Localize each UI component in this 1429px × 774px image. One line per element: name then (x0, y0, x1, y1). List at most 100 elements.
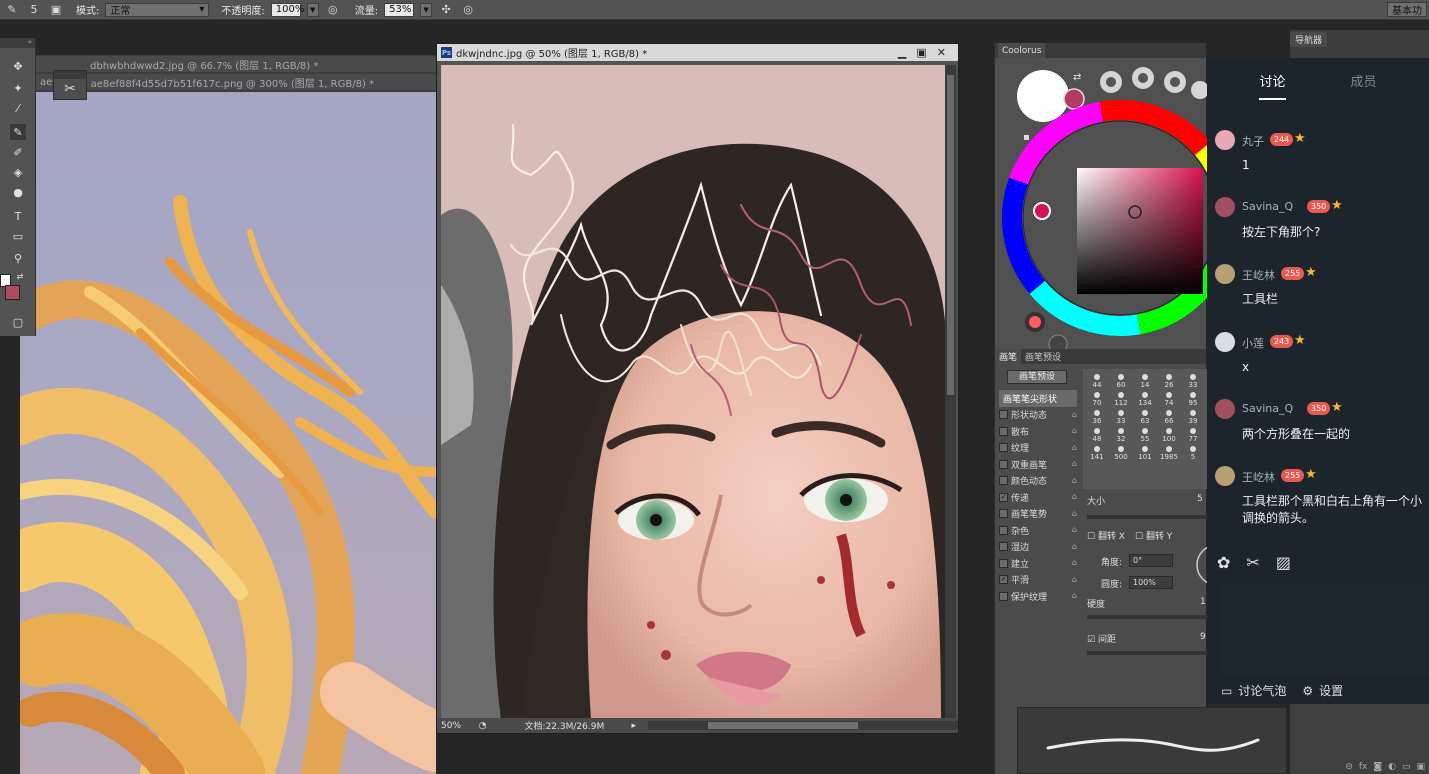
horizontal-scroll-thumb[interactable] (708, 722, 858, 729)
brush-angle-preview[interactable] (1195, 539, 1207, 591)
image-icon[interactable]: ▨ (1276, 553, 1291, 572)
brush-option-checkbox[interactable]: ✓ (999, 575, 1008, 585)
scissors-icon[interactable]: ✂ (1246, 553, 1259, 572)
brush-tab[interactable]: 画笔 (995, 349, 1022, 364)
navigator-tab[interactable]: 导航器 (1290, 32, 1328, 47)
chat-username[interactable]: 小莲 (1242, 335, 1264, 351)
brush-option-row[interactable]: 建立 ⌂ (999, 555, 1077, 572)
lock-icon[interactable]: ⌂ (1072, 410, 1077, 419)
brush-tip-cell[interactable]: 1985 (1157, 443, 1181, 461)
paint-bucket-icon[interactable]: ◈ (10, 164, 26, 180)
lock-icon[interactable]: ⌂ (1072, 575, 1077, 584)
history-brush-icon[interactable]: ✐ (10, 144, 26, 160)
fx-icon[interactable]: fx (1359, 762, 1368, 772)
brush-option-row[interactable]: ✓ 传递 ⌂ (999, 489, 1077, 506)
brush-tip-cell[interactable]: 48 (1085, 425, 1109, 443)
flip-x-checkbox[interactable]: ☐ 翻转 X (1087, 529, 1125, 542)
spacing-slider[interactable] (1087, 651, 1207, 655)
spacing-value[interactable]: 9 (1200, 632, 1206, 642)
brush-tip-cell[interactable]: 36 (1085, 407, 1109, 425)
shape-tool-icon[interactable]: ▭ (10, 228, 26, 244)
brush-tip-cell[interactable]: 44 (1085, 371, 1109, 389)
chat-input[interactable] (1219, 586, 1429, 676)
swap-colors-icon[interactable]: ⇄ (12, 268, 28, 284)
brush-tip-cell[interactable]: 66 (1157, 407, 1181, 425)
angle-input[interactable]: 0° (1129, 554, 1173, 567)
brush-option-checkbox[interactable] (999, 558, 1008, 568)
lock-icon[interactable]: ⌂ (1072, 443, 1077, 452)
lock-icon[interactable]: ⌂ (1072, 525, 1077, 534)
flower-gift-icon[interactable]: ✿ (1217, 553, 1230, 572)
hardness-slider[interactable] (1087, 615, 1207, 619)
brush-tip-cell[interactable]: 141 (1085, 443, 1109, 461)
brush-tip-cell[interactable]: 77 (1181, 425, 1205, 443)
brush-option-checkbox[interactable] (999, 542, 1008, 552)
brush-tool-preset-icon[interactable]: ✎ (4, 2, 20, 18)
status-menu-arrow-icon[interactable]: ▸ (631, 721, 636, 731)
brush-option-row[interactable]: 湿边 ⌂ (999, 539, 1077, 556)
spacing-checkbox[interactable]: ☑ 间距 (1087, 632, 1116, 645)
magic-wand-icon[interactable]: ✦ (10, 80, 26, 96)
size-slider[interactable] (1087, 515, 1207, 519)
brush-option-row[interactable]: 杂色 ⌂ (999, 522, 1077, 539)
chat-username[interactable]: Savina_Q (1242, 402, 1293, 415)
brush-tip-cell[interactable]: 100 (1157, 425, 1181, 443)
brush-option-checkbox[interactable] (999, 525, 1008, 535)
avatar[interactable] (1215, 130, 1235, 150)
eyedropper-icon[interactable]: ⁄ (10, 100, 26, 116)
brush-tip-cell[interactable]: 5 (1181, 443, 1205, 461)
new-layer-icon[interactable]: ▣ (1416, 762, 1425, 772)
opacity-dropdown[interactable]: ▼ (306, 2, 319, 17)
pressure-size-icon[interactable]: ◎ (460, 2, 476, 18)
brush-tip-cell[interactable]: 95 (1181, 389, 1205, 407)
brush-tip-cell[interactable]: 74 (1157, 389, 1181, 407)
lock-icon[interactable]: ⌂ (1072, 459, 1077, 468)
brush-tip-cell[interactable]: 33 (1109, 407, 1133, 425)
minimize-icon[interactable]: ▁ (898, 46, 906, 59)
chat-username[interactable]: 王屹林 (1242, 469, 1275, 485)
zoom-level[interactable]: 50% (441, 721, 471, 731)
maximize-icon[interactable]: ▣ (916, 46, 926, 59)
brush-option-checkbox[interactable] (999, 591, 1008, 601)
pressure-opacity-icon[interactable]: ◎ (325, 2, 341, 18)
mask-icon[interactable]: ◙ (1373, 762, 1382, 772)
brush-option-checkbox[interactable] (999, 426, 1008, 436)
group-icon[interactable]: ▭ (1402, 762, 1411, 772)
scissors-icon[interactable]: ✂ (54, 79, 86, 99)
brush-option-checkbox[interactable]: ✓ (999, 492, 1008, 502)
link-layers-icon[interactable]: ⊝ (1345, 762, 1353, 772)
brush-option-row[interactable]: 颜色动态 ⌂ (999, 473, 1077, 490)
flip-y-checkbox[interactable]: ☐ 翻转 Y (1135, 529, 1172, 542)
color-wheel[interactable]: ⇄ ▪ (995, 58, 1238, 354)
zoom-dodge-icon[interactable]: ● (10, 184, 26, 200)
brush-size-picker[interactable]: 5 (26, 2, 42, 18)
brush-option-checkbox[interactable] (999, 459, 1008, 469)
airbrush-icon[interactable]: ✣ (438, 2, 454, 18)
brush-option-checkbox[interactable] (999, 509, 1008, 519)
roundness-input[interactable]: 100% (1129, 576, 1173, 589)
avatar[interactable] (1215, 332, 1235, 352)
tab-discussion[interactable]: 讨论 (1259, 71, 1286, 100)
horizontal-scrollbar[interactable] (648, 721, 958, 730)
toolbox-header[interactable]: » (0, 38, 35, 48)
brush-option-checkbox[interactable] (999, 410, 1008, 420)
lock-icon[interactable]: ⌂ (1072, 542, 1077, 551)
brush-option-row[interactable]: 散布 ⌂ (999, 423, 1077, 440)
avatar[interactable] (1215, 197, 1235, 217)
flow-dropdown[interactable]: ▼ (420, 2, 433, 17)
lock-icon[interactable]: ⌂ (1072, 591, 1077, 600)
size-value[interactable]: 5 (1197, 494, 1203, 504)
brush-tip-cell[interactable]: 60 (1109, 371, 1133, 389)
lock-icon[interactable]: ⌂ (1072, 558, 1077, 567)
lock-icon[interactable]: ⌂ (1072, 476, 1077, 485)
brush-tip-cell[interactable]: 39 (1181, 407, 1205, 425)
brush-option-row[interactable]: 画笔笔尖形状 (999, 390, 1077, 407)
tab-members[interactable]: 成员 (1350, 71, 1376, 90)
brush-option-row[interactable]: ✓ 平滑 ⌂ (999, 572, 1077, 589)
coolorus-tab[interactable]: Coolorus (998, 43, 1046, 58)
brush-tip-cell[interactable]: 26 (1157, 371, 1181, 389)
brush-tip-cell[interactable]: 14 (1133, 371, 1157, 389)
workspace-button[interactable]: 基本功 (1387, 2, 1427, 17)
brush-tip-cell[interactable]: 33 (1181, 371, 1205, 389)
document-tab-2[interactable]: ae0 ae8ef88f4d55d7b51f617c.png @ 300% (图层… (36, 74, 436, 90)
